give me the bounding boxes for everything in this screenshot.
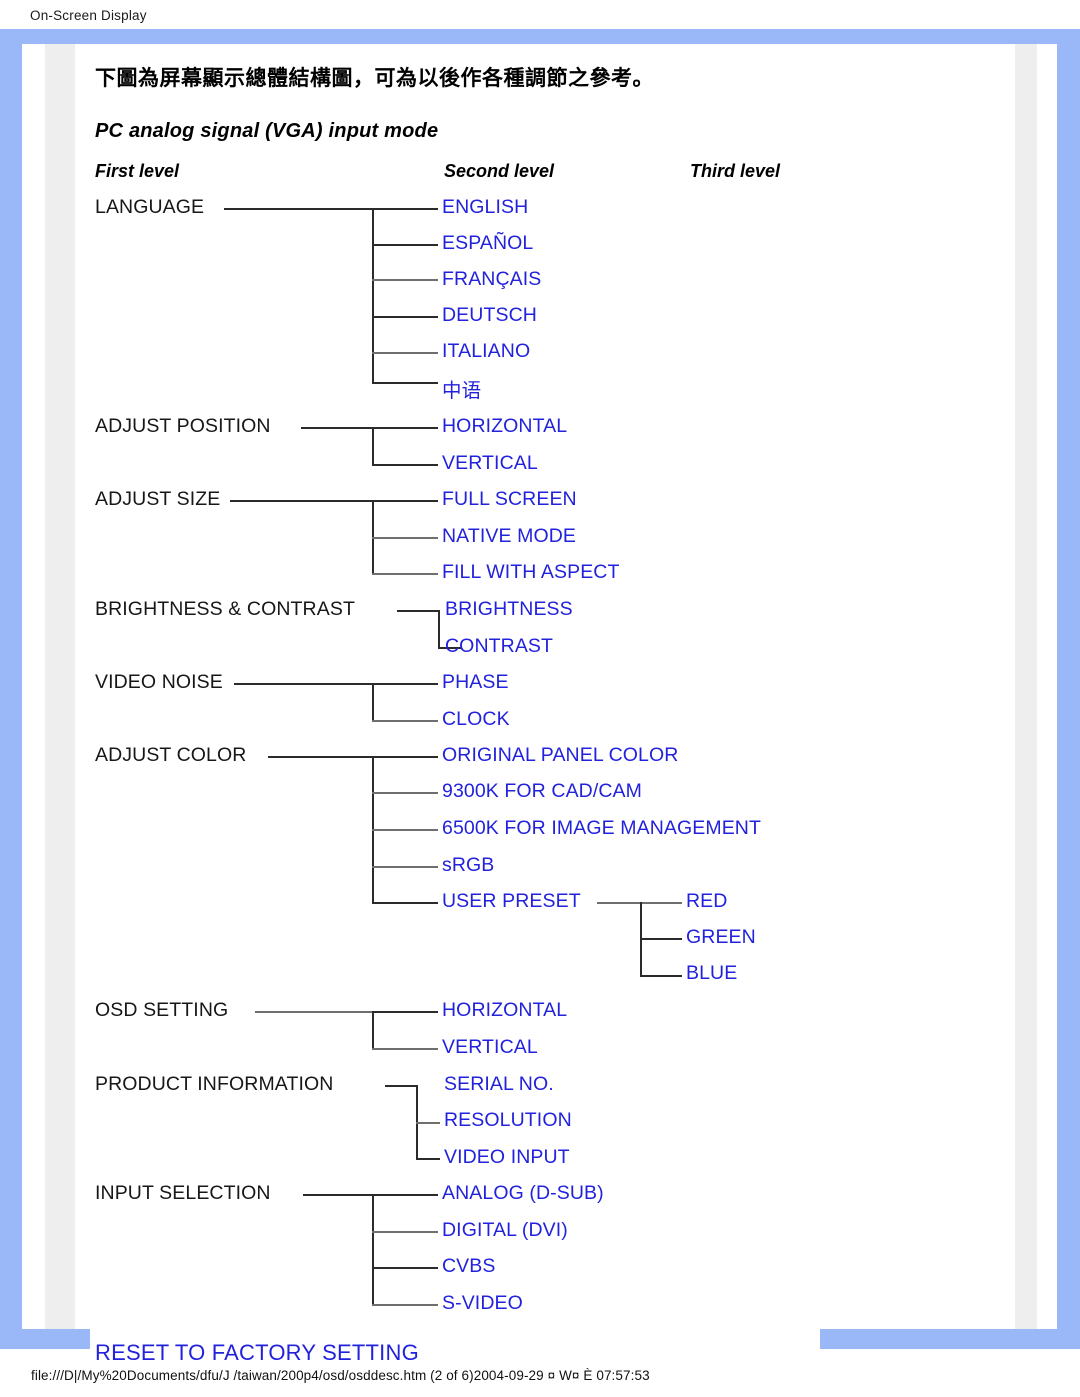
- connector-h: [372, 902, 438, 904]
- connector-h: [372, 316, 438, 318]
- connector-h: [372, 1231, 438, 1233]
- connector-h: [640, 975, 682, 977]
- menu-item-position-vertical[interactable]: VERTICAL: [442, 452, 538, 475]
- menu-item-serial-no[interactable]: SERIAL NO.: [444, 1073, 554, 1096]
- menu-item-full-screen[interactable]: FULL SCREEN: [442, 488, 577, 511]
- connector-h: [255, 1011, 374, 1013]
- connector-h: [416, 1158, 440, 1160]
- menu-item-position-horizontal[interactable]: HORIZONTAL: [442, 415, 567, 438]
- connector-v: [372, 683, 374, 721]
- connector-h: [372, 500, 438, 502]
- connector-h: [230, 500, 374, 502]
- menu-item-francais[interactable]: FRANÇAIS: [442, 268, 541, 291]
- menu-item-resolution[interactable]: RESOLUTION: [444, 1109, 572, 1132]
- connector-h: [372, 1011, 438, 1013]
- menu-item-osd-setting[interactable]: OSD SETTING: [95, 999, 228, 1022]
- menu-item-product-information[interactable]: PRODUCT INFORMATION: [95, 1073, 333, 1096]
- menu-item-chinese[interactable]: 中语: [442, 374, 481, 403]
- connector-h: [301, 427, 374, 429]
- connector-h: [640, 938, 682, 940]
- menu-item-contrast[interactable]: CONTRAST: [445, 635, 553, 658]
- osd-menu-tree: LANGUAGE ENGLISH ESPAÑOL FRANÇAIS DEUTSC…: [0, 0, 1080, 1397]
- menu-item-video-noise[interactable]: VIDEO NOISE: [95, 671, 223, 694]
- connector-h: [372, 720, 438, 722]
- connector-v: [372, 208, 374, 382]
- menu-item-blue[interactable]: BLUE: [686, 962, 737, 985]
- connector-h: [372, 1048, 438, 1050]
- connector-h: [372, 464, 438, 466]
- menu-item-adjust-position[interactable]: ADJUST POSITION: [95, 415, 271, 438]
- connector-h: [372, 756, 438, 758]
- menu-item-phase[interactable]: PHASE: [442, 671, 509, 694]
- connector-h: [372, 1194, 438, 1196]
- menu-item-s-video[interactable]: S-VIDEO: [442, 1292, 523, 1315]
- connector-h: [385, 1085, 418, 1087]
- menu-item-cvbs[interactable]: CVBS: [442, 1255, 496, 1278]
- connector-h: [372, 352, 438, 354]
- menu-item-video-input[interactable]: VIDEO INPUT: [444, 1146, 570, 1169]
- connector-h: [372, 537, 438, 539]
- connector-v: [438, 610, 440, 648]
- menu-item-osd-vertical[interactable]: VERTICAL: [442, 1036, 538, 1059]
- menu-item-espanol[interactable]: ESPAÑOL: [442, 232, 533, 255]
- menu-item-osd-horizontal[interactable]: HORIZONTAL: [442, 999, 567, 1022]
- menu-item-fill-with-aspect[interactable]: FILL WITH ASPECT: [442, 561, 620, 584]
- menu-item-6500k[interactable]: 6500K FOR IMAGE MANAGEMENT: [442, 817, 761, 840]
- connector-h: [372, 683, 438, 685]
- menu-item-user-preset[interactable]: USER PRESET: [442, 890, 581, 913]
- connector-h: [416, 1122, 440, 1124]
- menu-item-deutsch[interactable]: DEUTSCH: [442, 304, 537, 327]
- connector-h: [372, 829, 438, 831]
- menu-item-english[interactable]: ENGLISH: [442, 196, 528, 219]
- menu-item-clock[interactable]: CLOCK: [442, 708, 510, 731]
- menu-item-analog-dsub[interactable]: ANALOG (D-SUB): [442, 1182, 604, 1205]
- menu-item-input-selection[interactable]: INPUT SELECTION: [95, 1182, 271, 1205]
- connector-h: [372, 573, 438, 575]
- connector-h: [303, 1194, 374, 1196]
- menu-item-adjust-size[interactable]: ADJUST SIZE: [95, 488, 220, 511]
- menu-item-native-mode[interactable]: NATIVE MODE: [442, 525, 576, 548]
- connector-v: [372, 1194, 374, 1305]
- connector-h: [268, 756, 374, 758]
- menu-item-brightness[interactable]: BRIGHTNESS: [445, 598, 573, 621]
- menu-item-language[interactable]: LANGUAGE: [95, 196, 204, 219]
- menu-item-9300k[interactable]: 9300K FOR CAD/CAM: [442, 780, 642, 803]
- connector-h: [397, 610, 440, 612]
- connector-h: [372, 244, 438, 246]
- connector-h: [372, 792, 438, 794]
- connector-h: [372, 208, 438, 210]
- connector-v: [372, 427, 374, 465]
- connector-h: [224, 208, 374, 210]
- connector-h: [372, 382, 438, 384]
- page-footer-path: file:///D|/My%20Documents/dfu/J /taiwan/…: [31, 1368, 650, 1383]
- connector-h: [372, 427, 438, 429]
- menu-item-digital-dvi[interactable]: DIGITAL (DVI): [442, 1219, 568, 1242]
- menu-item-brightness-contrast[interactable]: BRIGHTNESS & CONTRAST: [95, 598, 355, 621]
- connector-h: [372, 866, 438, 868]
- menu-item-green[interactable]: GREEN: [686, 926, 756, 949]
- menu-item-original-panel-color[interactable]: ORIGINAL PANEL COLOR: [442, 744, 678, 767]
- connector-h: [234, 683, 374, 685]
- menu-item-adjust-color[interactable]: ADJUST COLOR: [95, 744, 246, 767]
- connector-h: [372, 1267, 438, 1269]
- menu-item-srgb[interactable]: sRGB: [442, 854, 494, 877]
- connector-h: [372, 279, 438, 281]
- menu-item-reset-to-factory-setting[interactable]: RESET TO FACTORY SETTING: [95, 1340, 419, 1366]
- connector-v: [372, 1011, 374, 1049]
- menu-item-red[interactable]: RED: [686, 890, 727, 913]
- connector-h: [372, 1304, 438, 1306]
- menu-item-italiano[interactable]: ITALIANO: [442, 340, 530, 363]
